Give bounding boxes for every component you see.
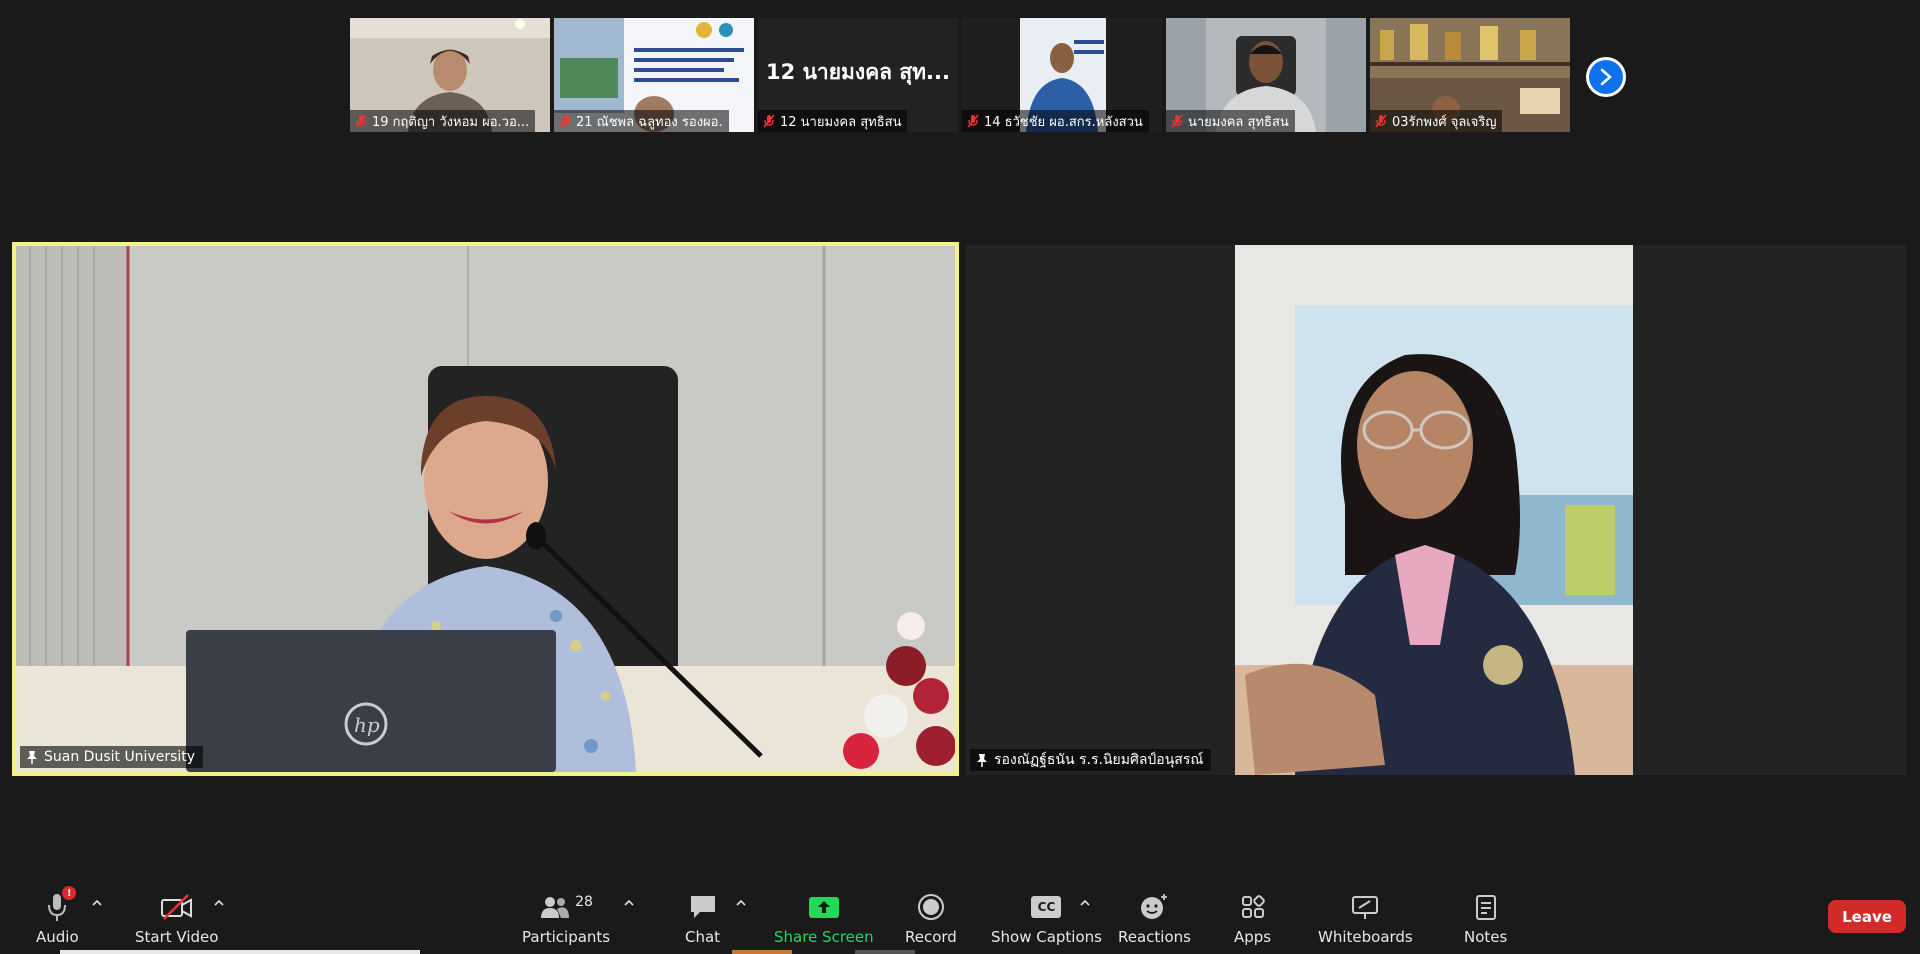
share-screen-icon xyxy=(808,890,840,924)
participant-video xyxy=(1235,245,1633,775)
apps-icon xyxy=(1239,890,1267,924)
mic-muted-icon xyxy=(1171,114,1183,128)
participant-name-label: รองณัฏฐ์ธนัน ร.ร.นิยมศิลป์อนุสรณ์ xyxy=(970,749,1212,771)
participants-label: Participants xyxy=(522,928,611,946)
meeting-controls-toolbar: ! Audio Start Video 28 Participants Chat xyxy=(0,876,1920,954)
participant-name-bar: 03รักพงศ์ จุลเจริญ xyxy=(1370,110,1503,132)
microphone-icon: ! xyxy=(46,886,77,924)
mic-muted-icon xyxy=(355,114,367,128)
record-button[interactable]: Record xyxy=(905,890,957,946)
captions-options-caret[interactable] xyxy=(1078,898,1092,908)
chevron-right-icon xyxy=(1589,60,1623,94)
mic-muted-icon xyxy=(763,114,775,128)
participant-name-bar: 19 กฤติญา วังหอม ผอ.วอ... xyxy=(350,110,536,132)
svg-text:hp: hp xyxy=(354,713,380,737)
participant-tile[interactable]: นายมงคล สุทธิสน xyxy=(1166,18,1366,132)
participant-tile[interactable]: 14 ธวัชชัย ผอ.สกร.หลังสวน xyxy=(962,18,1162,132)
speaker-name-label: Suan Dusit University xyxy=(20,746,204,768)
participant-name-bar: นายมงคล สุทธิสน xyxy=(1166,110,1295,132)
notes-button[interactable]: Notes xyxy=(1464,890,1507,946)
share-screen-label: Share Screen xyxy=(774,928,874,946)
filmstrip-next-button[interactable] xyxy=(1586,57,1626,97)
show-captions-label: Show Captions xyxy=(991,928,1102,946)
participant-name: นายมงคล สุทธิสน xyxy=(1188,114,1289,130)
pin-icon xyxy=(27,751,37,764)
whiteboards-button[interactable]: Whiteboards xyxy=(1318,890,1413,946)
participant-no-video-name: 12 นายมงคล สุท... xyxy=(766,60,950,84)
participant-name: 14 ธวัชชัย ผอ.สกร.หลังสวน xyxy=(984,114,1143,130)
video-off-icon xyxy=(160,890,194,924)
video-options-caret[interactable] xyxy=(212,898,226,908)
captions-icon: CC xyxy=(1031,890,1062,924)
record-label: Record xyxy=(905,928,957,946)
start-video-label: Start Video xyxy=(135,928,219,946)
participant-name: 21 ณัชพล ฉลูทอง รองผอ. xyxy=(576,114,723,130)
participants-icon: 28 xyxy=(539,890,593,924)
chat-options-caret[interactable] xyxy=(734,898,748,908)
audio-alert-badge: ! xyxy=(62,886,77,900)
record-icon xyxy=(917,890,945,924)
chat-icon xyxy=(688,890,718,924)
participant-name: 03รักพงศ์ จุลเจริญ xyxy=(1392,114,1497,130)
leave-button[interactable]: Leave xyxy=(1828,900,1906,933)
apps-label: Apps xyxy=(1234,928,1272,946)
reactions-button[interactable]: Reactions xyxy=(1118,890,1191,946)
participants-button[interactable]: 28 Participants xyxy=(522,890,610,946)
participant-name: รองณัฏฐ์ธนัน ร.ร.นิยมศิลป์อนุสรณ์ xyxy=(994,752,1204,768)
start-video-button[interactable]: Start Video xyxy=(135,890,218,946)
mic-muted-icon xyxy=(1375,114,1387,128)
participants-options-caret[interactable] xyxy=(622,898,636,908)
participant-name: 12 นายมงคล สุทธิสน xyxy=(780,114,902,130)
reactions-label: Reactions xyxy=(1118,928,1191,946)
taskbar-edge xyxy=(60,950,420,954)
whiteboards-label: Whiteboards xyxy=(1318,928,1413,946)
participant-tile[interactable]: 03รักพงศ์ จุลเจริญ xyxy=(1370,18,1570,132)
whiteboard-icon xyxy=(1350,890,1380,924)
audio-button[interactable]: ! Audio xyxy=(36,886,79,946)
pin-icon xyxy=(977,754,987,767)
participant-main-tile[interactable]: รองณัฏฐ์ธนัน ร.ร.นิยมศิลป์อนุสรณ์ xyxy=(966,245,1906,775)
active-speaker-tile[interactable]: hp Suan Dusit University xyxy=(12,242,959,776)
audio-label: Audio xyxy=(36,928,79,946)
reactions-icon xyxy=(1139,890,1169,924)
share-screen-button[interactable]: Share Screen xyxy=(774,890,874,946)
participant-filmstrip: 19 กฤติญา วังหอม ผอ.วอ... 21 ณัชพล ฉลูทอ… xyxy=(350,18,1570,132)
speaker-video: hp xyxy=(16,246,955,772)
participant-name: 19 กฤติญา วังหอม ผอ.วอ... xyxy=(372,114,530,130)
participant-name-bar: 14 ธวัชชัย ผอ.สกร.หลังสวน xyxy=(962,110,1149,132)
apps-button[interactable]: Apps xyxy=(1234,890,1271,946)
participant-name-bar: 21 ณัชพล ฉลูทอง รองผอ. xyxy=(554,110,729,132)
speaker-name: Suan Dusit University xyxy=(44,749,196,765)
participant-count: 28 xyxy=(575,894,593,910)
taskbar-edge xyxy=(732,950,792,954)
notes-label: Notes xyxy=(1464,928,1508,946)
mic-muted-icon xyxy=(967,114,979,128)
participant-tile[interactable]: 12 นายมงคล สุท... 12 นายมงคล สุทธิสน xyxy=(758,18,958,132)
chat-label: Chat xyxy=(685,928,721,946)
mic-muted-icon xyxy=(559,114,571,128)
taskbar-edge xyxy=(855,950,915,954)
notes-icon xyxy=(1474,890,1498,924)
audio-options-caret[interactable] xyxy=(90,898,104,908)
participant-tile[interactable]: 21 ณัชพล ฉลูทอง รองผอ. xyxy=(554,18,754,132)
participant-name-bar: 12 นายมงคล สุทธิสน xyxy=(758,110,908,132)
chat-button[interactable]: Chat xyxy=(685,890,720,946)
zoom-meeting-window: 19 กฤติญา วังหอม ผอ.วอ... 21 ณัชพล ฉลูทอ… xyxy=(0,0,1920,954)
participant-tile[interactable]: 19 กฤติญา วังหอม ผอ.วอ... xyxy=(350,18,550,132)
